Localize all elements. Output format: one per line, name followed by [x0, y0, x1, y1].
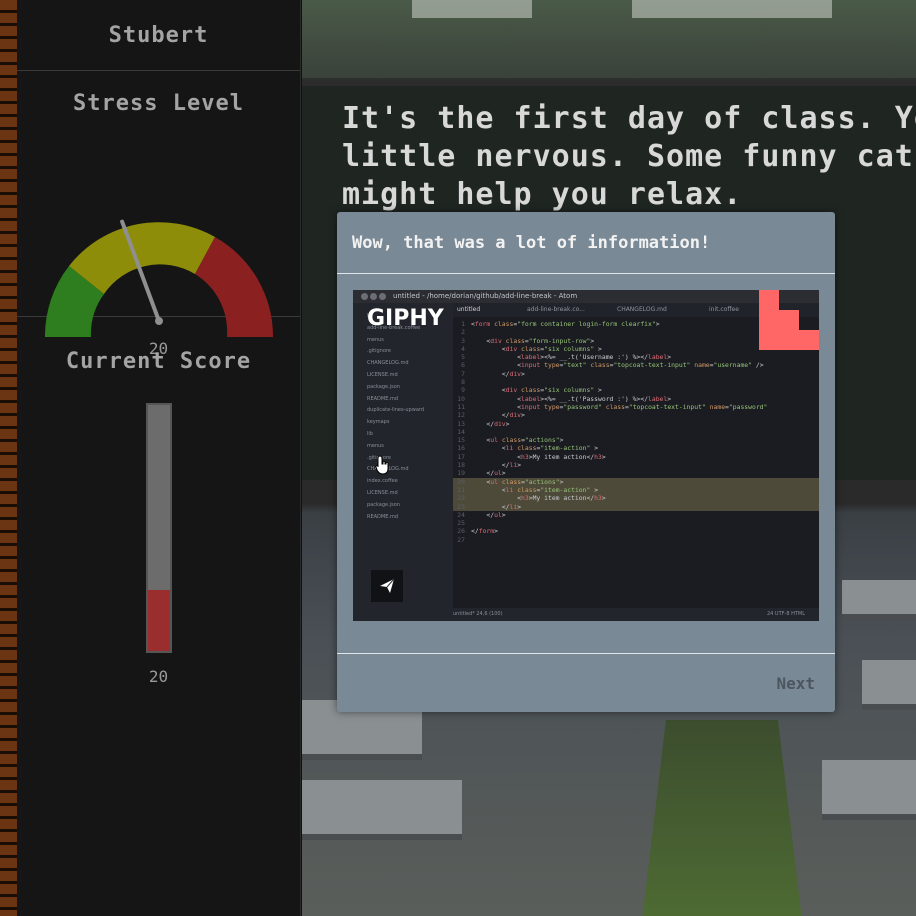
editor-titlebar: untitled - /home/dorian/github/add-line-…	[353, 290, 819, 303]
stress-level-heading: Stress Level	[73, 91, 244, 116]
tree-item: lib	[367, 430, 373, 437]
tree-item: CHANGELOG.md	[367, 360, 409, 367]
next-button[interactable]: Next	[776, 674, 815, 693]
classroom-aisle-rug	[642, 720, 802, 916]
tree-item: package.json	[367, 501, 400, 508]
hand-pointer-icon	[375, 455, 389, 475]
window-close-dot	[361, 293, 368, 300]
story-dialogue: It's the first day of class. Yo little n…	[342, 100, 916, 214]
classroom-desk	[302, 780, 462, 840]
ceiling-light	[412, 0, 532, 18]
score-thermometer	[146, 403, 172, 653]
tree-item: LICENSE.md	[367, 371, 398, 378]
tree-item: index.coffee	[367, 478, 398, 485]
tree-item: menus	[367, 442, 384, 449]
classroom-desk	[822, 760, 916, 820]
story-line: might help you relax.	[342, 177, 743, 212]
current-score-value: 20	[148, 667, 169, 686]
editor-code-pane: 1 <form class="form container login-form …	[453, 317, 819, 608]
wooden-frame-edge	[0, 0, 17, 916]
paper-plane-icon	[380, 578, 395, 593]
editor-file-tree: lib add-line-break.coffee menus .gitigno…	[353, 303, 453, 608]
tree-item: LICENSE.md	[367, 489, 398, 496]
tree-item: README.md	[367, 513, 399, 520]
editor-tab: add-line-break.co...	[527, 306, 585, 313]
current-score-panel: Current Score 20	[17, 317, 300, 916]
tree-item: menus	[367, 336, 384, 343]
editor-tab: untitled	[457, 306, 481, 313]
giphy-logo: GIPHY	[367, 306, 444, 331]
status-left: untitled* 24,6 (100)	[453, 611, 503, 617]
tree-item: package.json	[367, 383, 400, 390]
stress-level-panel: Stress Level 20	[17, 71, 300, 358]
gauge-mid-segment	[69, 222, 215, 294]
share-button[interactable]	[371, 570, 403, 602]
modal-footer: Next	[337, 653, 835, 712]
tree-item: duplicate-lines-upward	[367, 407, 425, 414]
player-sidebar: Stubert Stress Level 20 Current Score 20	[17, 0, 301, 916]
story-line: little nervous. Some funny cat	[342, 139, 914, 174]
giphy-corner-mark-icon	[759, 290, 819, 350]
tree-item: keymaps	[367, 419, 390, 426]
modal-title: Wow, that was a lot of information!	[337, 212, 835, 274]
window-minimize-dot	[370, 293, 377, 300]
player-name: Stubert	[17, 0, 300, 71]
classroom-ceiling	[302, 0, 916, 78]
story-line: It's the first day of class. Yo	[342, 101, 916, 136]
classroom-desk	[842, 580, 916, 620]
info-modal: Wow, that was a lot of information! unti…	[337, 212, 835, 712]
current-score-heading: Current Score	[65, 349, 252, 374]
window-maximize-dot	[379, 293, 386, 300]
ceiling-light	[632, 0, 832, 18]
score-thermometer-fill	[148, 589, 170, 651]
tree-item: .gitignore	[367, 348, 391, 355]
status-right: 24 UTF-8 HTML	[766, 611, 805, 617]
classroom-desk	[862, 660, 916, 710]
tree-item: README.md	[367, 395, 399, 402]
giphy-gif-embed[interactable]: untitled - /home/dorian/github/add-line-…	[353, 290, 819, 621]
editor-tab: CHANGELOG.md	[617, 306, 667, 313]
editor-status-bar: untitled* 24,6 (100) 24 UTF-8 HTML	[353, 608, 819, 621]
